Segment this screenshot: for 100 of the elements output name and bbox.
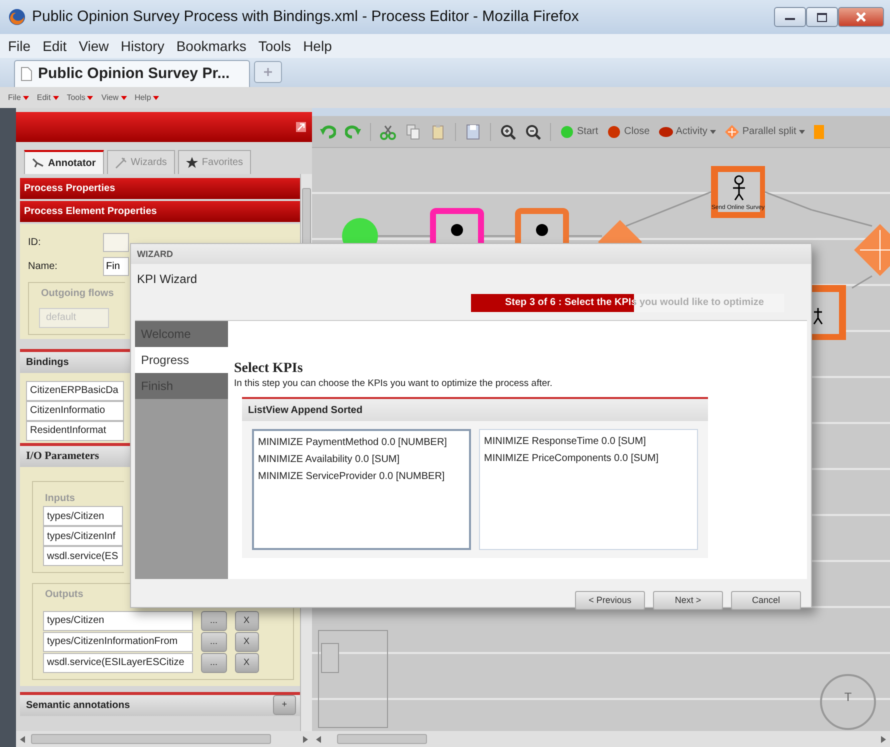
kpi-item[interactable]: MINIMIZE PriceComponents 0.0 [SUM]: [484, 450, 693, 468]
parameter-field[interactable]: types/CitizenInf: [43, 526, 123, 546]
add-button[interactable]: +: [272, 695, 296, 715]
menu-item[interactable]: Tools: [258, 36, 292, 56]
tool-button[interactable]: Activity: [658, 124, 716, 139]
maximize-icon: [817, 12, 827, 22]
gateway-node: [854, 224, 890, 276]
binding-item[interactable]: CitizenInformatio: [26, 400, 124, 420]
diamond-icon: [725, 124, 740, 138]
menu-item[interactable]: Edit: [42, 36, 67, 56]
kpi-item[interactable]: MINIMIZE PaymentMethod 0.0 [NUMBER]: [258, 434, 465, 452]
undo-button[interactable]: [320, 124, 336, 140]
kpi-item[interactable]: MINIMIZE Availability 0.0 [SUM]: [258, 451, 465, 468]
browse-button[interactable]: ...: [201, 652, 227, 672]
page-icon: [21, 67, 32, 81]
field-label: ID:: [28, 236, 42, 250]
binding-item[interactable]: ResidentInformat: [26, 420, 124, 440]
user-task-node: [711, 166, 765, 218]
paste-button[interactable]: [430, 124, 446, 140]
user-task-node: [812, 285, 846, 340]
section-header[interactable]: Process Element Properties: [20, 201, 300, 222]
sequence-flow: [852, 275, 872, 289]
start-event: [342, 218, 378, 243]
page-icon: [321, 643, 339, 673]
caret-icon: [52, 96, 59, 100]
plus-icon: [264, 68, 272, 76]
browser-tab[interactable]: Public Opinion Survey Pr...: [14, 60, 250, 87]
parameter-field[interactable]: types/Citizen: [43, 506, 123, 526]
copy-icon: [405, 124, 421, 140]
kpi-list[interactable]: MINIMIZE PaymentMethod 0.0 [NUMBER] MINIMIZE Availability 0.0 [SUM] MINIMIZE ServiceProvider 0.0 [NUMBER]: [252, 429, 471, 550]
parameter-field[interactable]: types/Citizen: [43, 610, 193, 630]
menu-item[interactable]: View: [78, 36, 109, 56]
blob-icon: [658, 124, 673, 138]
menu-button[interactable]: File: [8, 92, 29, 104]
wand-icon: [114, 156, 127, 168]
scroll-right-icon[interactable]: [303, 736, 308, 742]
group-label: Outputs: [43, 587, 86, 602]
kpi-item[interactable]: MINIMIZE ServiceProvider 0.0 [NUMBER]: [258, 468, 465, 486]
panel-tab[interactable]: Annotator: [24, 150, 104, 174]
dialog-button[interactable]: < Previous: [575, 591, 645, 610]
menu-item[interactable]: Bookmarks: [176, 36, 246, 56]
minimap[interactable]: [318, 630, 388, 728]
section-title: Semantic annotations: [26, 698, 130, 712]
tool-button[interactable]: Close: [607, 124, 650, 139]
redo-button[interactable]: [345, 124, 361, 140]
dialog-button[interactable]: Cancel: [731, 591, 801, 610]
minimize-button[interactable]: [774, 7, 806, 27]
wizard-step[interactable]: Progress: [135, 347, 228, 373]
remove-button[interactable]: X: [234, 610, 259, 630]
zoom-out-button[interactable]: [525, 124, 541, 140]
menu-button[interactable]: Edit: [36, 92, 59, 104]
wrench-icon: [32, 157, 44, 169]
binding-item[interactable]: CitizenERPBasicDa: [26, 380, 124, 400]
menu-item[interactable]: File: [8, 36, 31, 56]
parameter-field[interactable]: wsdl.service(ESILayerESCitize: [43, 652, 193, 672]
parameter-field[interactable]: types/CitizenInformationFrom: [43, 632, 193, 652]
remove-button[interactable]: X: [234, 652, 259, 672]
menu-button[interactable]: Help: [134, 92, 160, 104]
menu-item[interactable]: History: [120, 36, 164, 56]
scrollbar-thumb[interactable]: [337, 734, 427, 744]
maximize-button[interactable]: [806, 7, 838, 27]
parameter-field[interactable]: wsdl.service(ES: [43, 546, 123, 566]
zoom-out-icon: [525, 124, 541, 140]
task-node: [430, 208, 484, 243]
kpi-item[interactable]: MINIMIZE ResponseTime 0.0 [SUM]: [484, 433, 693, 450]
dialog-header: WIZARD: [131, 244, 811, 264]
save-icon: [465, 124, 481, 140]
browse-button[interactable]: ...: [201, 632, 227, 652]
menu-button[interactable]: View: [101, 92, 127, 104]
dialog-button[interactable]: Next >: [653, 591, 723, 610]
tool-button[interactable]: Start: [560, 124, 598, 139]
new-tab-button[interactable]: [254, 61, 282, 83]
save-button[interactable]: [465, 124, 481, 140]
browse-button[interactable]: ...: [201, 610, 227, 630]
remove-button[interactable]: X: [234, 632, 259, 652]
task-node: [515, 208, 569, 243]
scissors-button[interactable]: [380, 124, 396, 140]
menu-button[interactable]: Tools: [66, 92, 94, 104]
kpi-list[interactable]: MINIMIZE ResponseTime 0.0 [SUM] MINIMIZE PriceComponents 0.0 [SUM]: [479, 429, 698, 550]
menu-item[interactable]: Help: [303, 36, 332, 56]
caret-icon: [153, 96, 160, 100]
scroll-left-icon[interactable]: [20, 736, 25, 742]
field-label: Name:: [28, 260, 58, 274]
tool-button[interactable]: Parallel split: [725, 124, 806, 139]
caret-icon: [120, 96, 127, 100]
collapse-icon[interactable]: [296, 122, 306, 132]
page-description: In this step you can choose the KPIs you want to optimize the process after.: [234, 377, 554, 391]
zoom-in-button[interactable]: [500, 124, 516, 140]
scissors-icon: [380, 124, 396, 140]
dialog-title: KPI Wizard: [136, 271, 198, 288]
id-field[interactable]: [103, 232, 129, 252]
panel-title: ListView Append Sorted: [242, 399, 708, 422]
section-header[interactable]: Process Properties: [20, 178, 300, 199]
copy-button[interactable]: [405, 124, 421, 140]
scroll-right-icon[interactable]: [881, 736, 886, 742]
redo-icon: [345, 124, 361, 140]
scroll-left-icon[interactable]: [316, 736, 321, 742]
window-title: Public Opinion Survey Process with Bindings.xml - Process Editor - Mozilla Firefox: [32, 6, 579, 27]
close-button[interactable]: [838, 7, 884, 27]
name-field[interactable]: Fin: [103, 256, 129, 276]
